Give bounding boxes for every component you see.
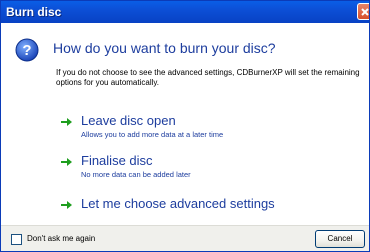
dialog-question: How do you want to burn your disc?	[53, 40, 276, 56]
option-leave-disc-open[interactable]: Leave disc open Allows you to add more d…	[61, 113, 351, 143]
window-title: Burn disc	[6, 5, 62, 19]
green-arrow-icon	[61, 158, 72, 166]
dont-ask-checkbox[interactable]	[11, 234, 22, 245]
option-subtitle: No more data can be added later	[81, 170, 191, 179]
green-arrow-icon	[61, 201, 72, 209]
cancel-button[interactable]: Cancel	[315, 230, 365, 248]
close-button[interactable]	[357, 3, 369, 20]
svg-text:?: ?	[22, 42, 31, 59]
option-title: Leave disc open	[81, 113, 176, 128]
close-icon	[361, 8, 369, 16]
title-bar[interactable]: Burn disc	[1, 1, 369, 23]
option-finalise-disc[interactable]: Finalise disc No more data can be added …	[61, 153, 351, 183]
dialog-description: If you do not choose to see the advanced…	[56, 68, 360, 87]
option-advanced-settings[interactable]: Let me choose advanced settings	[61, 196, 351, 226]
dialog-footer: Don't ask me again Cancel	[1, 225, 369, 251]
question-icon: ?	[15, 38, 39, 62]
option-subtitle: Allows you to add more data at a later t…	[81, 130, 224, 139]
option-title: Let me choose advanced settings	[81, 196, 275, 211]
dont-ask-label[interactable]: Don't ask me again	[27, 234, 95, 243]
burn-disc-dialog: Burn disc ? How do you want to burn your…	[0, 0, 370, 252]
green-arrow-icon	[61, 118, 72, 126]
option-title: Finalise disc	[81, 153, 153, 168]
